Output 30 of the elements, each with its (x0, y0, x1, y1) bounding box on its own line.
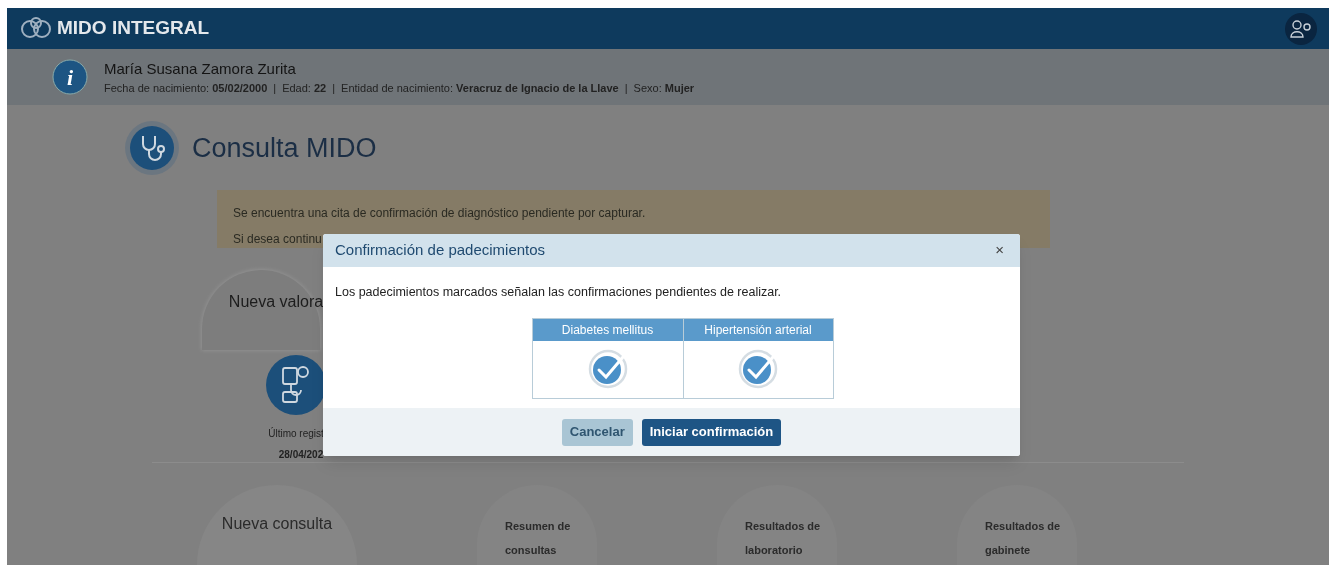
checkmark-circle-icon[interactable] (587, 349, 628, 390)
info-icon: i (52, 59, 88, 95)
alert-text: Si desea continu (233, 231, 323, 248)
card-title: Resultados de laboratorio (745, 520, 821, 556)
checkmark-circle-icon[interactable] (738, 349, 778, 390)
brand-name: MIDO INTEGRAL (57, 16, 209, 41)
separator: | (624, 81, 628, 96)
last-record-date: 28/04/202 (278, 448, 324, 462)
card-title: Resultados de gabinete (985, 520, 1061, 556)
stethoscope-icon (124, 120, 180, 176)
card-title: Resumen de consultas (505, 520, 571, 556)
patient-name: María Susana Zamora Zurita (104, 58, 297, 79)
card-title: Nueva consulta (221, 514, 333, 534)
user-gear-icon (1290, 18, 1312, 39)
table-header: Diabetes mellitus (532, 318, 683, 341)
last-record-label: Último regist (268, 426, 324, 441)
patient-field: Entidad de nacimiento: Veracruz de Ignacio de la Llave (341, 80, 619, 97)
start-confirmation-button[interactable]: Iniciar confirmación (641, 418, 782, 446)
dialog-title: Confirmación de padecimientos (335, 240, 546, 261)
close-button[interactable]: × (991, 239, 1008, 262)
separator: | (273, 81, 277, 96)
alert-text: Se encuentra una cita de confirmación de diagnóstico pendiente por capturar. (233, 205, 647, 222)
separator: | (332, 81, 336, 96)
page-title: Consulta MIDO (192, 131, 377, 165)
patient-field: Edad: 22 (282, 80, 327, 97)
patient-field: Sexo: Mujer (633, 80, 695, 97)
dialog-message: Los padecimientos marcados señalan las confirmaciones pendientes de realizar. (334, 284, 783, 301)
patient-field: Fecha de nacimiento: 05/02/2000 (104, 80, 268, 97)
user-settings-button[interactable] (1285, 12, 1317, 45)
table-header: Hipertensión arterial (683, 318, 833, 341)
